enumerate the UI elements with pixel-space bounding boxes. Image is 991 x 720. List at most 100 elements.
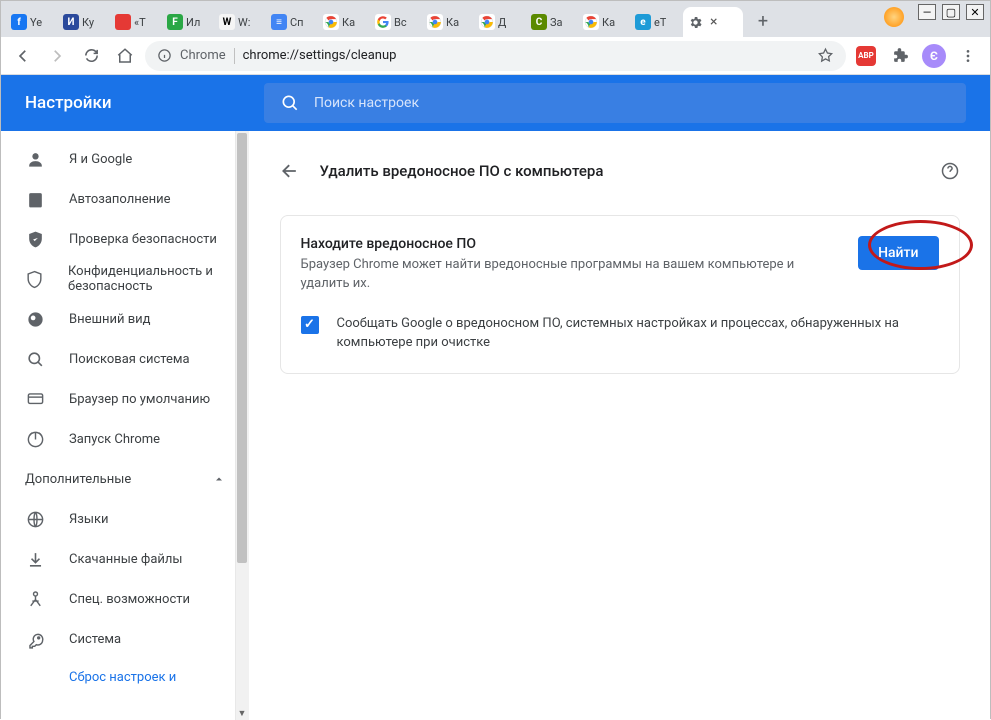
tab-favicon-icon: С xyxy=(531,14,547,30)
scroll-down-icon[interactable]: ▼ xyxy=(235,706,249,720)
sidebar-reset-link[interactable]: Сброс настроек и xyxy=(1,659,249,695)
tab-favicon-icon: W xyxy=(219,14,235,30)
address-bar[interactable]: Chrome chrome://settings/cleanup xyxy=(145,41,846,71)
settings-title: Настройки xyxy=(1,93,264,113)
sidebar-item-label: Проверка безопасности xyxy=(69,232,217,247)
sidebar-item-label: Языки xyxy=(69,512,109,527)
extensions-icon[interactable] xyxy=(886,42,914,70)
sidebar-item-label: Скачанные файлы xyxy=(69,552,183,567)
report-checkbox[interactable]: ✓ xyxy=(301,316,319,334)
site-info-icon[interactable] xyxy=(157,48,172,63)
page-title: Удалить вредоносное ПО с компьютера xyxy=(320,162,920,180)
browser-tab[interactable]: ИКу xyxy=(59,7,109,37)
sidebar-item[interactable]: Внешний вид xyxy=(1,299,243,339)
tab-label: еТ xyxy=(654,16,666,29)
browser-tab[interactable]: FИл xyxy=(163,7,213,37)
sidebar-item-label: Браузер по умолчанию xyxy=(69,392,210,407)
settings-search[interactable] xyxy=(264,83,966,123)
settings-main: Удалить вредоносное ПО с компьютера Нахо… xyxy=(249,131,990,720)
sidebar-item[interactable]: Я и Google xyxy=(1,139,243,179)
close-tab-icon[interactable]: × xyxy=(706,14,721,30)
sidebar-item[interactable]: Браузер по умолчанию xyxy=(1,379,243,419)
sidebar-icon xyxy=(25,189,45,209)
sidebar-icon xyxy=(25,149,45,169)
browser-tab[interactable]: Ка xyxy=(319,7,369,37)
sidebar-item-label: Автозаполнение xyxy=(69,192,171,207)
settings-header: Настройки xyxy=(1,75,990,131)
browser-tab[interactable]: Вс xyxy=(371,7,421,37)
sidebar-item-label: Внешний вид xyxy=(69,312,151,327)
cleanup-panel: Находите вредоносное ПО Браузер Chrome м… xyxy=(280,215,960,374)
browser-tab[interactable]: WW: xyxy=(215,7,265,37)
sidebar-item[interactable]: Скачанные файлы xyxy=(1,539,243,579)
settings-search-input[interactable] xyxy=(314,95,950,111)
sidebar-icon xyxy=(25,629,45,649)
sidebar-item[interactable]: Поисковая система xyxy=(1,339,243,379)
tab-favicon-icon xyxy=(583,14,599,30)
tab-favicon-icon xyxy=(427,14,443,30)
sidebar-group-advanced[interactable]: Дополнительные xyxy=(1,459,249,499)
kebab-menu-icon[interactable] xyxy=(954,42,982,70)
browser-tab[interactable]: Д xyxy=(475,7,525,37)
browser-tab[interactable]: Ка xyxy=(423,7,473,37)
window-maximize[interactable]: ▢ xyxy=(942,4,960,20)
browser-tab[interactable]: Ка xyxy=(579,7,629,37)
sidebar-item-label: Спец. возможности xyxy=(69,592,190,607)
sidebar-icon xyxy=(25,269,44,289)
sidebar-item[interactable]: Запуск Chrome xyxy=(1,419,243,459)
back-arrow-icon[interactable] xyxy=(280,161,300,181)
nav-home-button[interactable] xyxy=(111,42,139,70)
tab-label: За xyxy=(550,16,563,29)
tab-favicon-icon xyxy=(479,14,495,30)
browser-tab[interactable]: ееТ xyxy=(631,7,681,37)
sidebar-icon xyxy=(25,229,45,249)
tab-favicon-icon xyxy=(375,14,391,30)
divider xyxy=(234,48,235,64)
nav-back-button[interactable] xyxy=(9,42,37,70)
nav-forward-button[interactable] xyxy=(43,42,71,70)
browser-tab[interactable]: «Т xyxy=(111,7,161,37)
tab-favicon-icon: ≡ xyxy=(271,14,287,30)
sidebar-icon xyxy=(25,509,45,529)
active-tab[interactable]: × xyxy=(683,7,743,37)
sidebar-item[interactable]: Проверка безопасности xyxy=(1,219,243,259)
sidebar-scroll-thumb[interactable] xyxy=(237,133,247,563)
browser-tab[interactable]: ≡Сп xyxy=(267,7,317,37)
nav-reload-button[interactable] xyxy=(77,42,105,70)
sidebar-item[interactable]: Спец. возможности xyxy=(1,579,243,619)
sidebar-item-label: Система xyxy=(69,632,121,647)
profile-avatar[interactable]: Є xyxy=(920,42,948,70)
tab-label: Сп xyxy=(290,16,304,29)
search-icon xyxy=(280,93,300,113)
tab-favicon-icon: е xyxy=(635,14,651,30)
bookmark-star-icon[interactable] xyxy=(817,47,834,64)
tab-favicon-icon xyxy=(115,14,131,30)
sidebar-item-label: Поисковая система xyxy=(69,352,190,367)
browser-tab[interactable]: СЗа xyxy=(527,7,577,37)
tab-label: Вс xyxy=(394,16,407,29)
sidebar-item[interactable]: Система xyxy=(1,619,243,659)
tab-label: Д xyxy=(498,16,506,29)
sidebar-scrollbar[interactable]: ▲ ▼ xyxy=(235,131,249,720)
section-heading: Находите вредоносное ПО xyxy=(301,236,843,252)
section-desc: Браузер Chrome может найти вредоносные п… xyxy=(301,256,843,294)
window-controls: ― ▢ ✕ xyxy=(918,4,984,20)
url-text: chrome://settings/cleanup xyxy=(243,48,397,63)
window-minimize[interactable]: ― xyxy=(918,4,936,20)
window-close[interactable]: ✕ xyxy=(966,4,984,20)
sidebar-item[interactable]: Автозаполнение xyxy=(1,179,243,219)
abp-extension-icon[interactable]: ABP xyxy=(852,42,880,70)
help-icon[interactable] xyxy=(940,161,960,181)
sidebar-item[interactable]: Языки xyxy=(1,499,243,539)
new-tab-button[interactable]: + xyxy=(749,7,777,35)
browser-tab[interactable]: fYe xyxy=(7,7,57,37)
sidebar-icon xyxy=(25,549,45,569)
tab-favicon-icon: f xyxy=(11,14,27,30)
browser-toolbar: Chrome chrome://settings/cleanup ABP Є xyxy=(1,37,990,75)
tab-label: Ка xyxy=(446,16,459,29)
update-indicator-icon[interactable] xyxy=(884,7,904,27)
sidebar-item[interactable]: Конфиденциальность и безопасность xyxy=(1,259,243,299)
find-button[interactable]: Найти xyxy=(858,236,938,270)
sidebar-item-label: Конфиденциальность и безопасность xyxy=(68,264,243,294)
sidebar-icon xyxy=(25,389,45,409)
